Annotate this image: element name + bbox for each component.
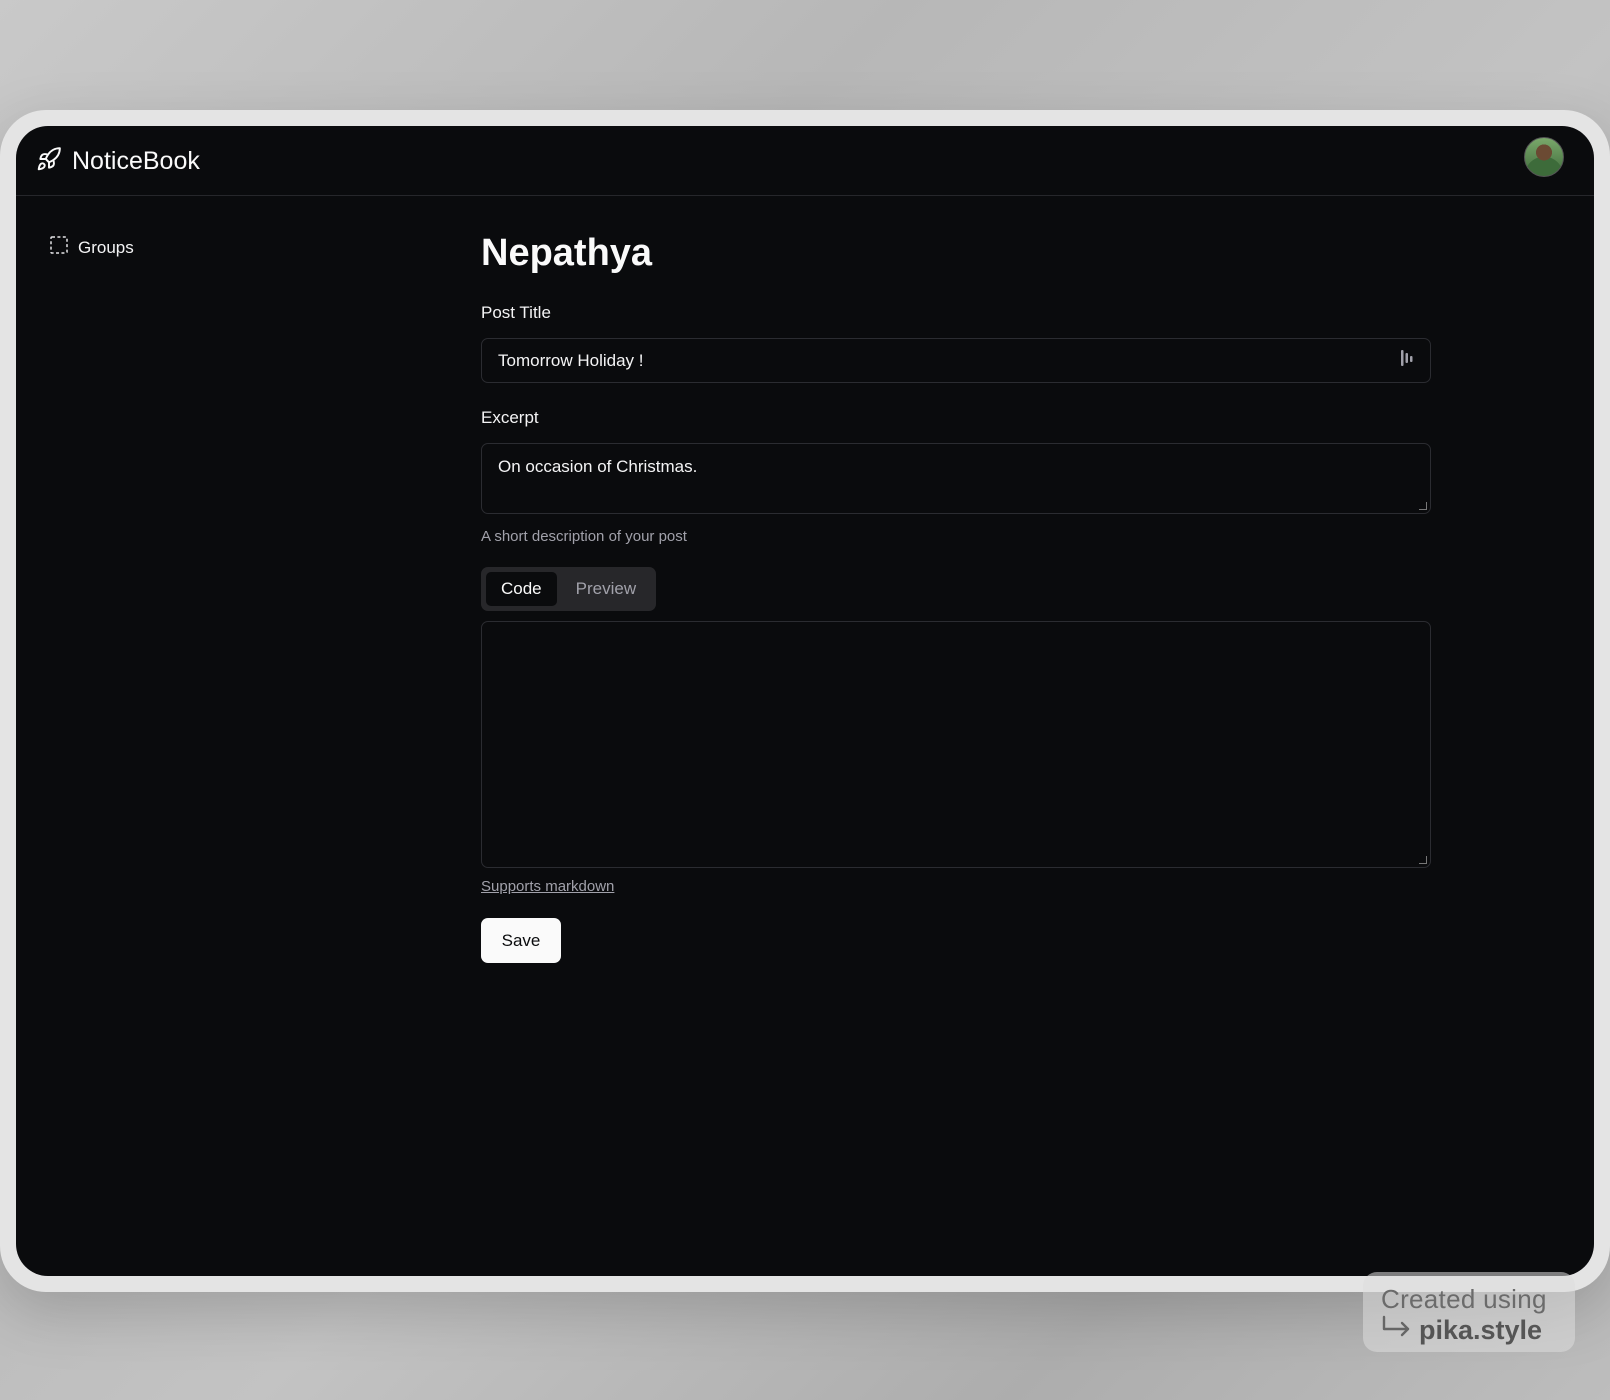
post-title-label: Post Title [481, 303, 551, 322]
tab-code[interactable]: Code [486, 572, 557, 606]
post-title-value: Tomorrow Holiday ! [498, 350, 644, 370]
password-manager-icon[interactable] [1400, 349, 1414, 372]
main-content: Nepathya Post Title Tomorrow Holiday ! E… [481, 226, 1431, 963]
excerpt-value: On occasion of Christmas. [498, 457, 698, 476]
page-title: Nepathya [481, 232, 653, 274]
watermark-line2: pika.style [1381, 1315, 1557, 1346]
sidebar-item-label: Groups [78, 237, 134, 257]
tab-preview[interactable]: Preview [561, 572, 651, 606]
excerpt-hint: A short description of your post [481, 528, 687, 545]
app-window: NoticeBook Groups Nepathya Post Title To… [16, 126, 1594, 1276]
editor-tabs: Code Preview [481, 567, 657, 611]
watermark-line1: Created using [1381, 1284, 1547, 1314]
sidebar: Groups [50, 236, 134, 259]
top-bar: NoticeBook [16, 126, 1594, 196]
rocket-icon [36, 146, 62, 177]
dashed-square-icon [50, 236, 68, 259]
user-avatar[interactable] [1524, 137, 1564, 177]
save-button[interactable]: Save [481, 918, 561, 963]
brand[interactable]: NoticeBook [36, 146, 200, 177]
return-arrow-icon [1381, 1315, 1413, 1346]
post-title-input[interactable]: Tomorrow Holiday ! [481, 338, 1431, 383]
watermark-brand: pika.style [1419, 1315, 1543, 1345]
app-name: NoticeBook [72, 147, 200, 175]
sidebar-item-groups[interactable]: Groups [50, 236, 134, 259]
resize-handle-icon[interactable] [1419, 856, 1427, 864]
supports-markdown-link[interactable]: Supports markdown [481, 878, 614, 895]
excerpt-label: Excerpt [481, 408, 539, 427]
watermark: Created using pika.style [1363, 1272, 1575, 1352]
content-editor[interactable] [481, 621, 1431, 868]
excerpt-textarea[interactable]: On occasion of Christmas. [481, 443, 1431, 514]
resize-handle-icon[interactable] [1419, 502, 1427, 510]
